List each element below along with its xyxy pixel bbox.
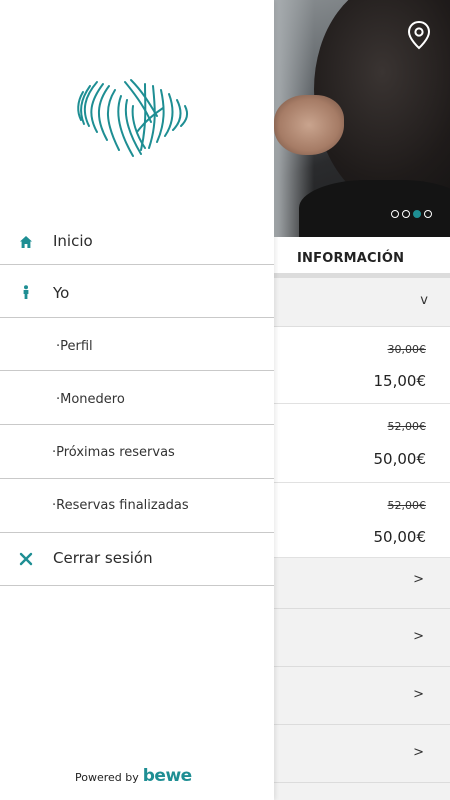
chevron-right-icon: > xyxy=(413,745,424,760)
menu-item-inicio[interactable]: Inicio xyxy=(0,218,274,265)
info-tab-header[interactable]: INFORMACIÓN xyxy=(274,237,450,278)
service-price-row[interactable]: 30,00€ 15,00€ xyxy=(274,327,450,404)
carousel-dot-active[interactable] xyxy=(413,210,421,218)
chevron-right-icon: > xyxy=(413,572,424,587)
old-price: 52,00€ xyxy=(387,420,427,433)
new-price: 50,00€ xyxy=(373,528,427,546)
new-price: 15,00€ xyxy=(373,372,427,390)
carousel-dot[interactable] xyxy=(391,210,399,218)
submenu-item-label: ·Monedero xyxy=(56,392,125,407)
chevron-right-icon: > xyxy=(413,629,424,644)
menu-item-label: Yo xyxy=(53,284,70,302)
service-price-row[interactable]: 52,00€ 50,00€ xyxy=(274,483,450,558)
logout-label: Cerrar sesión xyxy=(53,549,153,567)
hero-image[interactable] xyxy=(274,0,450,237)
info-accordion[interactable]: v xyxy=(274,278,450,327)
submenu-item-label: ·Reservas finalizadas xyxy=(52,498,189,513)
old-price: 52,00€ xyxy=(387,499,427,512)
submenu-item-perfil[interactable]: ·Perfil xyxy=(0,318,274,371)
submenu-item-label: ·Próximas reservas xyxy=(52,445,175,460)
service-price-row[interactable]: 52,00€ 50,00€ xyxy=(274,404,450,483)
bewe-logo: bewe xyxy=(142,766,192,786)
hero-hand xyxy=(274,95,344,155)
submenu-item-label: ·Perfil xyxy=(56,339,93,354)
menu-item-yo[interactable]: Yo xyxy=(0,265,274,318)
home-icon xyxy=(20,236,32,248)
chevron-right-icon: > xyxy=(413,687,424,702)
powered-by-footer[interactable]: Powered by bewe xyxy=(75,766,192,786)
submenu-item-monedero[interactable]: ·Monedero xyxy=(0,371,274,425)
list-row[interactable]: > xyxy=(274,609,450,667)
logout-button[interactable]: Cerrar sesión xyxy=(0,533,274,586)
new-price: 50,00€ xyxy=(373,450,427,468)
submenu-item-reservas-finalizadas[interactable]: ·Reservas finalizadas xyxy=(0,479,274,533)
carousel-dot[interactable] xyxy=(424,210,432,218)
navigation-drawer: Inicio Yo ·Perfil ·Monedero ·Próximas re… xyxy=(0,0,274,800)
list-row[interactable]: > xyxy=(274,558,450,609)
close-icon xyxy=(19,552,33,566)
brand-wave-logo xyxy=(77,79,189,157)
list-row[interactable]: > xyxy=(274,725,450,783)
chevron-down-icon: v xyxy=(420,293,428,308)
submenu-item-proximas-reservas[interactable]: ·Próximas reservas xyxy=(0,425,274,479)
list-row[interactable]: > xyxy=(274,667,450,725)
menu-item-label: Inicio xyxy=(53,232,93,250)
carousel-indicator[interactable] xyxy=(391,210,432,218)
old-price: 30,00€ xyxy=(387,343,427,356)
powered-by-text: Powered by xyxy=(75,771,139,784)
hero-shoulder xyxy=(299,180,450,237)
carousel-dot[interactable] xyxy=(402,210,410,218)
person-icon xyxy=(23,285,29,299)
info-title: INFORMACIÓN xyxy=(297,251,405,266)
location-pin-icon[interactable] xyxy=(406,20,432,50)
